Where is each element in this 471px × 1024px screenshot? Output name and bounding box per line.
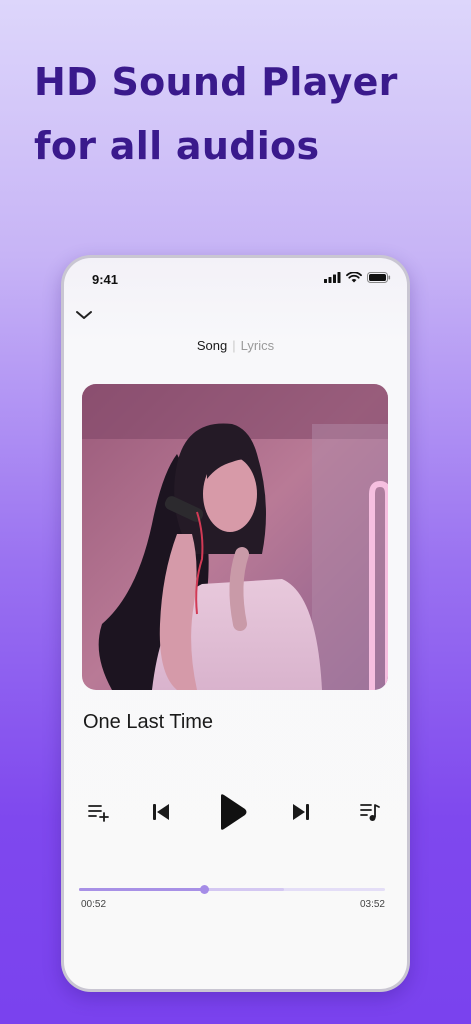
- tab-lyrics[interactable]: Lyrics: [241, 338, 274, 353]
- album-artwork-image: [82, 384, 388, 690]
- queue-button[interactable]: [356, 798, 384, 826]
- total-duration: 03:52: [359, 899, 385, 910]
- status-icons: [324, 272, 391, 283]
- playlist-add-icon: [88, 805, 109, 822]
- elapsed-time: 00:52: [81, 899, 107, 910]
- song-lyrics-tabs: Song | Lyrics: [64, 338, 407, 353]
- status-time: 9:41: [92, 272, 119, 287]
- tab-song[interactable]: Song: [197, 338, 227, 353]
- phone-frame: 9:41 Song | Lyrics One Last Time 00:52 0…: [61, 255, 410, 992]
- play-button[interactable]: [212, 792, 252, 832]
- play-icon: [221, 794, 247, 830]
- cellular-signal-icon: [324, 272, 341, 283]
- headline-line-2: for all audios: [34, 124, 320, 168]
- tab-separator: |: [232, 338, 236, 353]
- add-to-queue-button[interactable]: [84, 798, 112, 826]
- progress-fill: [79, 888, 205, 891]
- headline-line-1: HD Sound Player: [34, 60, 398, 104]
- previous-track-button[interactable]: [147, 798, 175, 826]
- next-track-button[interactable]: [287, 798, 315, 826]
- player-screen: 9:41 Song | Lyrics One Last Time 00:52 0…: [64, 258, 407, 989]
- promo-headline: HD Sound Player for all audios: [34, 50, 398, 178]
- skip-next-icon: [293, 804, 309, 820]
- wifi-icon: [346, 272, 362, 283]
- queue-music-icon: [360, 804, 380, 821]
- skip-previous-icon: [153, 804, 169, 820]
- progress-thumb[interactable]: [200, 885, 210, 894]
- album-artwork: [82, 384, 388, 690]
- battery-icon: [367, 272, 391, 283]
- song-title: One Last Time: [83, 711, 214, 733]
- chevron-down-icon[interactable]: [74, 307, 94, 323]
- progress-bar[interactable]: [79, 885, 385, 894]
